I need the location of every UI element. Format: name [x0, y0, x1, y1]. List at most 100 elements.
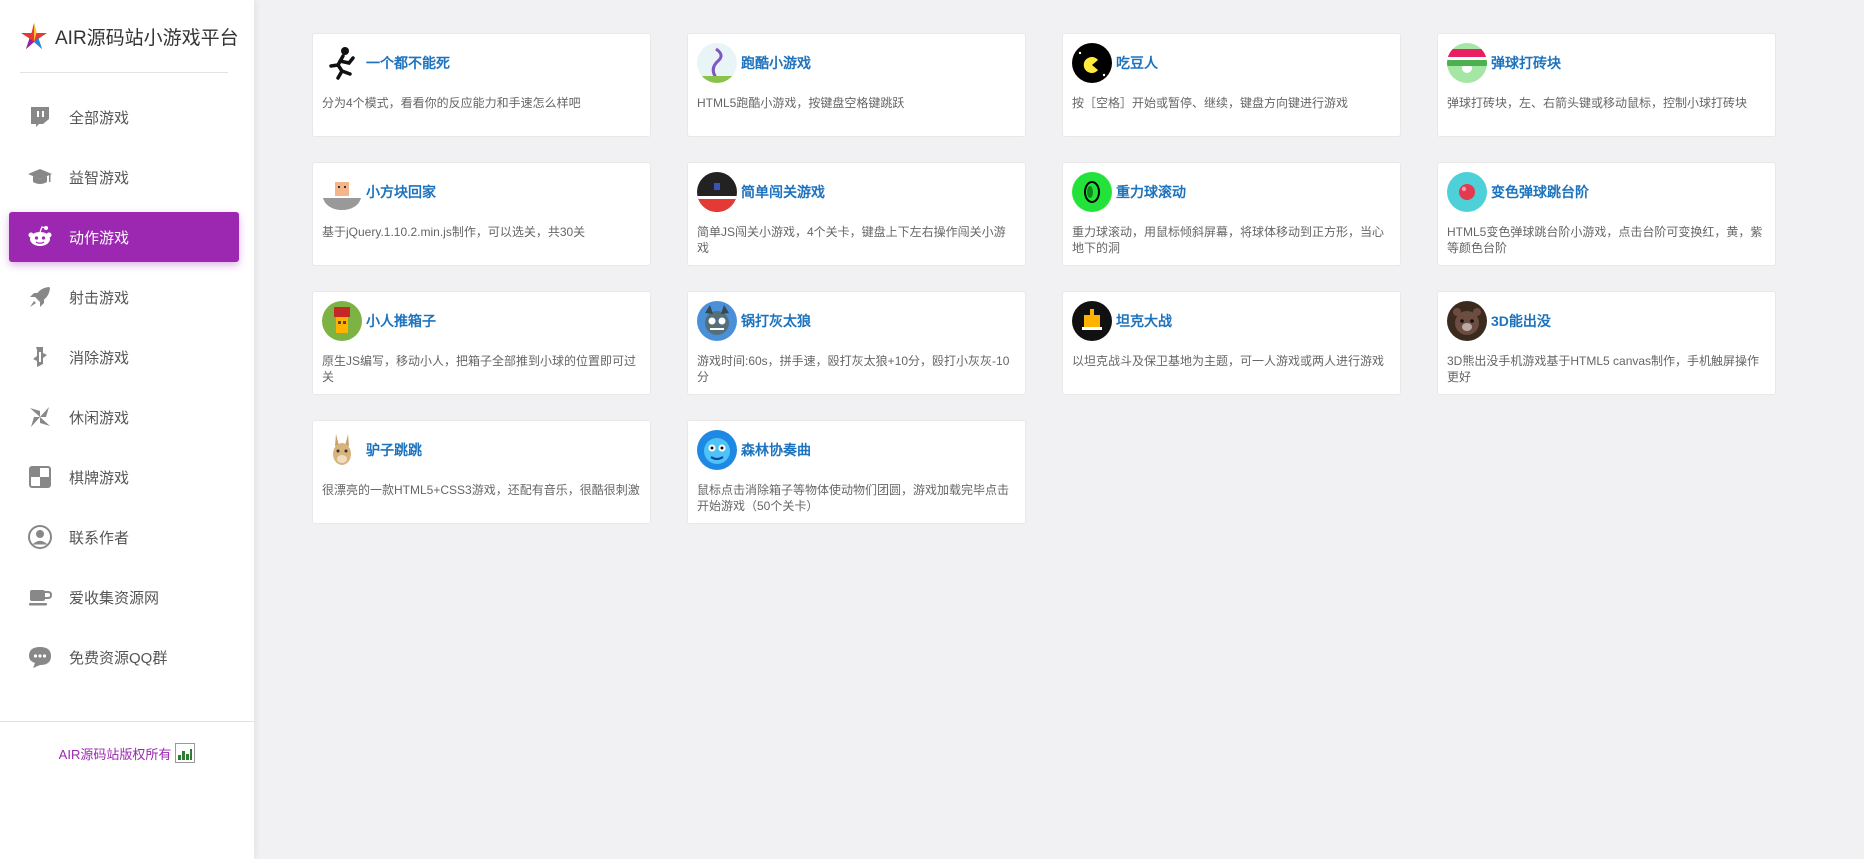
game-card[interactable]: 驴子跳跳 很漂亮的一款HTML5+CSS3游戏，还配有音乐，很酷很刺激: [312, 420, 651, 524]
game-description: 基于jQuery.1.10.2.min.js制作，可以选关，共30关: [322, 225, 586, 239]
chat-icon: [27, 644, 53, 670]
donkey-icon[interactable]: [322, 430, 362, 470]
game-card-header: 吃豆人: [1072, 43, 1391, 83]
game-title[interactable]: 跑酷小游戏: [741, 53, 811, 73]
nav-item-all[interactable]: 全部游戏: [9, 92, 239, 142]
vine-icon[interactable]: [697, 43, 737, 83]
nav-item-puzzle[interactable]: 益智游戏: [9, 152, 239, 202]
copyright: AIR源码站版权所有: [0, 743, 254, 763]
game-title[interactable]: 吃豆人: [1116, 53, 1158, 73]
divider: [20, 72, 228, 73]
game-card-header: 小方块回家: [322, 172, 641, 212]
game-card-header: 重力球滚动: [1072, 172, 1391, 212]
game-card-header: 坦克大战: [1072, 301, 1391, 341]
game-card-header: 弹球打砖块: [1447, 43, 1766, 83]
nav-item-qq-group[interactable]: 免费资源QQ群: [9, 632, 239, 682]
game-card-header: 驴子跳跳: [322, 430, 641, 470]
game-card-header: 一个都不能死: [322, 43, 641, 83]
game-title[interactable]: 一个都不能死: [366, 53, 450, 73]
game-title[interactable]: 小方块回家: [366, 182, 436, 202]
tank-icon[interactable]: [1072, 301, 1112, 341]
game-description: 分为4个模式，看看你的反应能力和手速怎么样吧: [322, 96, 581, 110]
user-circle-icon: [27, 524, 53, 550]
game-card[interactable]: 小人推箱子原生JS编写，移动小人，把箱子全部推到小球的位置即可过关: [312, 291, 651, 395]
game-description: 重力球滚动，用鼠标倾斜屏幕，将球体移动到正方形，当心地下的洞: [1072, 225, 1385, 255]
coffee-icon: [27, 584, 53, 610]
nav-item-elimination[interactable]: 消除游戏: [9, 332, 239, 382]
game-card[interactable]: 跑酷小游戏 HTML5跑酷小游戏，按键盘空格键跳跃: [687, 33, 1026, 137]
pacman-icon[interactable]: [1072, 43, 1112, 83]
game-description: 弹球打砖块，左、右箭头键或移动鼠标，控制小球打砖块: [1447, 96, 1748, 110]
game-title[interactable]: 简单闯关游戏: [741, 182, 825, 202]
game-card[interactable]: 变色弹球跳台阶 HTML5变色弹球跳台阶小游戏，点击台阶可变换红，黄，紫等颜色台阶: [1437, 162, 1776, 266]
game-card[interactable]: 弹球打砖块弹球打砖块，左、右箭头键或移动鼠标，控制小球打砖块: [1437, 33, 1776, 137]
brand[interactable]: AIR源码站小游戏平台: [0, 0, 254, 72]
nav-item-casual[interactable]: 休闲游戏: [9, 392, 239, 442]
sokoban-icon[interactable]: [322, 301, 362, 341]
runner-icon[interactable]: [322, 43, 362, 83]
game-description: HTML5变色弹球跳台阶小游戏，点击台阶可变换红，黄，紫等颜色台阶: [1447, 225, 1763, 255]
nav-label: 爱收集资源网: [69, 589, 160, 607]
game-title[interactable]: 3D能出没: [1491, 311, 1551, 331]
game-list: 一个都不能死分为4个模式，看看你的反应能力和手速怎么样吧 跑酷小游戏 HTML5跑酷…: [312, 33, 1776, 524]
stats-badge-icon[interactable]: [175, 743, 196, 763]
game-title[interactable]: 变色弹球跳台阶: [1491, 182, 1589, 202]
brand-title: AIR源码站小游戏平台: [55, 27, 239, 49]
nav-item-resource-site[interactable]: 爱收集资源网: [9, 572, 239, 622]
nav-label: 动作游戏: [69, 229, 130, 247]
platform-icon[interactable]: [697, 172, 737, 212]
game-title[interactable]: 锅打灰太狼: [741, 311, 811, 331]
game-title[interactable]: 弹球打砖块: [1491, 53, 1561, 73]
cube-home-icon[interactable]: [322, 172, 362, 212]
game-description: 按［空格］开始或暂停、继续，键盘方向键进行游戏: [1072, 96, 1349, 110]
game-card[interactable]: 3D能出没 3D熊出没手机游戏基于HTML5 canvas制作，手机触屏操作更好: [1437, 291, 1776, 395]
nav-item-shooting[interactable]: 射击游戏: [9, 272, 239, 322]
nav-label: 免费资源QQ群: [69, 649, 168, 667]
sidebar-footer: AIR源码站版权所有: [0, 721, 254, 859]
game-grid: 一个都不能死分为4个模式，看看你的反应能力和手速怎么样吧 跑酷小游戏 HTML5跑酷…: [312, 33, 1776, 524]
nav-label: 休闲游戏: [69, 409, 130, 427]
game-card[interactable]: 重力球滚动重力球滚动，用鼠标倾斜屏幕，将球体移动到正方形，当心地下的洞: [1062, 162, 1401, 266]
sidebar: AIR源码站小游戏平台 全部游戏 益智游戏 动作游戏 射击游戏 消除游戏 休闲游…: [0, 0, 254, 859]
game-description: 3D熊出没手机游戏基于HTML5 canvas制作，手机触屏操作更好: [1447, 354, 1760, 384]
nav-label: 益智游戏: [69, 169, 130, 187]
rocket-icon: [27, 284, 53, 310]
game-title[interactable]: 坦克大战: [1116, 311, 1172, 331]
game-card[interactable]: 锅打灰太狼游戏时间:60s，拼手速，殴打灰太狼+10分，殴打小灰灰-10分: [687, 291, 1026, 395]
star-logo-icon: [21, 23, 47, 49]
nav-item-action[interactable]: 动作游戏: [9, 212, 239, 262]
game-description: 以坦克战斗及保卫基地为主题，可一人游戏或两人进行游戏: [1072, 354, 1385, 368]
nav-label: 射击游戏: [69, 289, 130, 307]
puzzle-icon: [27, 344, 53, 370]
forest-icon[interactable]: [697, 430, 737, 470]
game-card[interactable]: 吃豆人按［空格］开始或暂停、继续，键盘方向键进行游戏: [1062, 33, 1401, 137]
game-card-header: 小人推箱子: [322, 301, 641, 341]
game-title[interactable]: 森林协奏曲: [741, 440, 811, 460]
game-description: 鼠标点击消除箱子等物体使动物们团圆，游戏加载完毕点击开始游戏（50个关卡）: [697, 483, 1010, 513]
game-title[interactable]: 重力球滚动: [1116, 182, 1186, 202]
bear-icon[interactable]: [1447, 301, 1487, 341]
game-card[interactable]: 森林协奏曲鼠标点击消除箱子等物体使动物们团圆，游戏加载完毕点击开始游戏（50个关…: [687, 420, 1026, 524]
game-card-header: 变色弹球跳台阶: [1447, 172, 1766, 212]
game-description: 原生JS编写，移动小人，把箱子全部推到小球的位置即可过关: [322, 354, 637, 384]
game-title[interactable]: 驴子跳跳: [366, 440, 422, 460]
game-card[interactable]: 简单闯关游戏 简单JS闯关小游戏，4个关卡，键盘上下左右操作闯关小游戏: [687, 162, 1026, 266]
game-title[interactable]: 小人推箱子: [366, 311, 436, 331]
game-description: 游戏时间:60s，拼手速，殴打灰太狼+10分，殴打小灰灰-10分: [697, 354, 1010, 384]
nav-label: 棋牌游戏: [69, 469, 130, 487]
game-card[interactable]: 坦克大战以坦克战斗及保卫基地为主题，可一人游戏或两人进行游戏: [1062, 291, 1401, 395]
color-ball-icon[interactable]: [1447, 172, 1487, 212]
game-card[interactable]: 一个都不能死分为4个模式，看看你的反应能力和手速怎么样吧: [312, 33, 651, 137]
game-card-header: 锅打灰太狼: [697, 301, 1016, 341]
copyright-text: AIR源码站版权所有: [58, 746, 172, 762]
nav-item-contact[interactable]: 联系作者: [9, 512, 239, 562]
game-card[interactable]: 小方块回家基于jQuery.1.10.2.min.js制作，可以选关，共30关: [312, 162, 651, 266]
nav-item-board[interactable]: 棋牌游戏: [9, 452, 239, 502]
wolf-icon[interactable]: [697, 301, 737, 341]
pinwheel-icon: [27, 404, 53, 430]
nav-label: 联系作者: [69, 529, 130, 547]
brick-ball-icon[interactable]: [1447, 43, 1487, 83]
nav-label: 消除游戏: [69, 349, 130, 367]
gravity-ball-icon[interactable]: [1072, 172, 1112, 212]
game-description: HTML5跑酷小游戏，按键盘空格键跳跃: [697, 96, 905, 110]
